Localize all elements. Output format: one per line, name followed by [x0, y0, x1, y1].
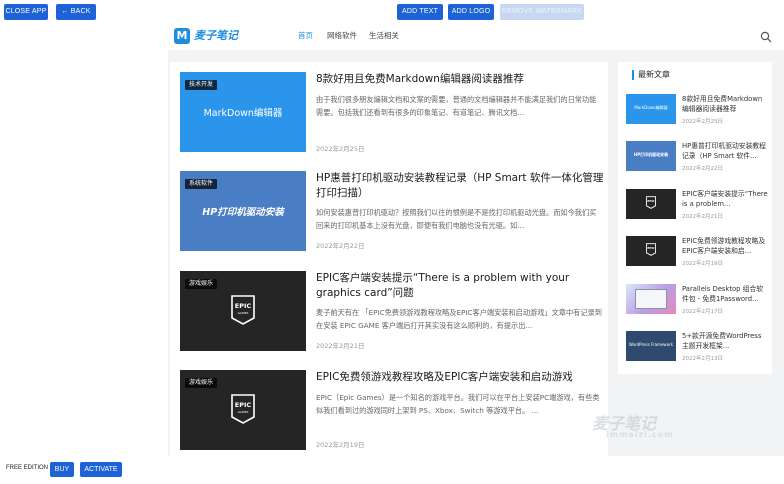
sidebar-article-date: 2022年2月25日: [682, 119, 723, 125]
sidebar-article-date: 2022年2月19日: [682, 261, 723, 267]
sidebar-thumbnail-caption: HP打印机驱动安装: [633, 152, 669, 157]
article-date: 2022年2月25日: [316, 145, 365, 153]
activate-button[interactable]: ACTIVATE: [80, 462, 122, 477]
site-logo-text[interactable]: 麦子笔记: [194, 28, 238, 44]
close-app-button[interactable]: CLOSE APP: [4, 4, 48, 20]
article-excerpt: 麦子前天有在 「EPIC免费领游戏教程攻略及EPIC客户端安装和启动游戏」文章中…: [316, 308, 602, 330]
back-label: BACK: [70, 8, 91, 15]
nav-life[interactable]: 生活相关: [369, 30, 399, 42]
back-button[interactable]: ← BACK: [56, 4, 96, 20]
sidebar-thumbnail[interactable]: EPIC: [626, 236, 676, 266]
left-panel: [0, 24, 168, 456]
nav-software[interactable]: 网络软件: [327, 30, 357, 42]
editor-toolbar: CLOSE APP ← BACK ADD TEXT ADD LOGO REMOV…: [0, 0, 784, 24]
bottom-bar: FREE EDITION BUY ACTIVATE: [0, 456, 784, 484]
category-tag[interactable]: 技术开发: [185, 80, 218, 90]
sidebar-article[interactable]: WordPress Framework 5+款开源免费WordPress主题开发…: [626, 331, 766, 367]
sidebar-article-title[interactable]: 8款好用且免费Markdown编辑器阅读器推荐: [682, 94, 768, 114]
article-thumbnail[interactable]: 技术开发 MarkDown编辑器: [180, 72, 306, 152]
search-icon[interactable]: [760, 31, 772, 43]
sidebar-article[interactable]: MarkDown编辑器 8款好用且免费Markdown编辑器阅读器推荐 2022…: [626, 94, 766, 130]
svg-text:GAMES: GAMES: [238, 311, 249, 315]
nav-home[interactable]: 首页: [298, 30, 313, 42]
latest-articles-sidebar: 最新文章 MarkDown编辑器 8款好用且免费Markdown编辑器阅读器推荐…: [618, 62, 772, 374]
article-excerpt: 如何安装惠普打印机驱动？按照我们以往的惯例是不是找打印机驱动光盘。而如今我们买回…: [316, 208, 597, 230]
sidebar-article-date: 2022年2月22日: [682, 166, 723, 172]
sidebar-article-title[interactable]: 5+款开源免费WordPress主题开发框架...: [682, 331, 768, 351]
laptop-screen-image: [635, 289, 667, 309]
thumbnail-caption: HP打印机驱动安装: [202, 207, 284, 218]
svg-text:EPIC: EPIC: [647, 199, 654, 203]
sidebar-article-date: 2022年2月21日: [682, 214, 723, 220]
svg-text:EPIC: EPIC: [647, 246, 654, 250]
logo-icon[interactable]: M: [174, 28, 190, 44]
article-title[interactable]: EPIC客户端安装提示“There is a problem with your…: [316, 271, 606, 301]
article-title[interactable]: 8款好用且免费Markdown编辑器阅读器推荐: [316, 72, 606, 87]
article-list: 技术开发 MarkDown编辑器 8款好用且免费Markdown编辑器阅读器推荐…: [170, 62, 608, 456]
sidebar-article[interactable]: HP打印机驱动安装 HP惠普打印机驱动安装教程记录（HP Smart 软件...…: [626, 141, 766, 177]
article-title[interactable]: HP惠普打印机驱动安装教程记录（HP Smart 软件一体化管理打印扫描）: [316, 171, 606, 201]
article-thumbnail[interactable]: 游戏娱乐 EPIC GAMES: [180, 271, 306, 351]
watermark-logo: 麦子笔记 immaizi.com: [592, 410, 712, 446]
article-item[interactable]: 系统软件 HP打印机驱动安装 HP惠普打印机驱动安装教程记录（HP Smart …: [180, 171, 603, 261]
category-tag[interactable]: 系统软件: [185, 179, 218, 189]
thumbnail-caption: MarkDown编辑器: [203, 108, 283, 119]
add-text-button[interactable]: ADD TEXT: [397, 4, 443, 20]
article-item[interactable]: 技术开发 MarkDown编辑器 8款好用且免费Markdown编辑器阅读器推荐…: [180, 72, 600, 162]
sidebar-article-title[interactable]: EPIC免费领游戏教程攻略及EPIC客户端安装和启...: [682, 236, 768, 256]
article-date: 2022年2月22日: [316, 242, 365, 250]
article-thumbnail[interactable]: 系统软件 HP打印机驱动安装: [180, 171, 306, 251]
sidebar-article-date: 2022年2月13日: [682, 356, 723, 362]
article-thumbnail[interactable]: 游戏娱乐 EPIC GAMES: [180, 370, 306, 450]
article-date: 2022年2月19日: [316, 441, 365, 449]
site-header: M 麦子笔记 首页 网络软件 生活相关: [168, 24, 784, 50]
edition-label: FREE EDITION: [6, 465, 49, 471]
sidebar-article[interactable]: EPIC EPIC免费领游戏教程攻略及EPIC客户端安装和启... 2022年2…: [626, 236, 766, 272]
article-excerpt: EPIC（Epic Games）是一个知名的游戏平台。我们可以在平台上安装PC端…: [316, 393, 600, 415]
sidebar-heading: 最新文章: [632, 70, 670, 80]
sidebar-thumbnail[interactable]: [626, 284, 676, 314]
sidebar-article-title[interactable]: Parallels Desktop 组合软件包 - 免费1Password...: [682, 284, 768, 304]
remove-watermark-button[interactable]: REMOVE WATERMARK: [500, 4, 584, 20]
article-excerpt: 由于我们很多朋友编辑文档和文案的需要，普通的文档编辑器并不能满足我们的日常功能需…: [316, 95, 597, 117]
category-tag[interactable]: 游戏娱乐: [185, 279, 218, 289]
article-date: 2022年2月21日: [316, 342, 365, 350]
add-logo-button[interactable]: ADD LOGO: [448, 4, 494, 20]
sidebar-article-title[interactable]: EPIC客户端安装提示“There is a problem...: [682, 189, 768, 209]
sidebar-thumbnail[interactable]: EPIC: [626, 189, 676, 219]
epic-games-logo-icon: EPIC: [646, 196, 656, 209]
svg-text:EPIC: EPIC: [235, 401, 252, 409]
sidebar-thumbnail-caption: MarkDown编辑器: [634, 105, 668, 110]
buy-button[interactable]: BUY: [50, 462, 74, 477]
sidebar-thumbnail[interactable]: WordPress Framework: [626, 331, 676, 361]
sidebar-article-date: 2022年2月17日: [682, 309, 723, 315]
arrow-left-icon: ←: [61, 8, 69, 15]
sidebar-article[interactable]: EPIC EPIC客户端安装提示“There is a problem... 2…: [626, 189, 768, 225]
sidebar-article-title[interactable]: HP惠普打印机驱动安装教程记录（HP Smart 软件...: [682, 141, 768, 161]
sidebar-thumbnail[interactable]: MarkDown编辑器: [626, 94, 676, 124]
article-title[interactable]: EPIC免费领游戏教程攻略及EPIC客户端安装和启动游戏: [316, 370, 606, 385]
epic-games-logo-icon: EPIC: [646, 243, 656, 256]
watermark-domain: immaizi.com: [606, 430, 674, 439]
category-tag[interactable]: 游戏娱乐: [185, 378, 218, 388]
svg-text:GAMES: GAMES: [238, 410, 249, 414]
sidebar-article[interactable]: Parallels Desktop 组合软件包 - 免费1Password...…: [626, 284, 766, 320]
article-item[interactable]: 游戏娱乐 EPIC GAMES EPIC免费领游戏教程攻略及EPIC客户端安装和…: [180, 370, 600, 460]
epic-games-logo-icon: EPIC GAMES: [231, 394, 255, 424]
svg-text:EPIC: EPIC: [235, 302, 252, 310]
epic-games-logo-icon: EPIC GAMES: [231, 295, 255, 325]
sidebar-thumbnail[interactable]: HP打印机驱动安装: [626, 141, 676, 171]
sidebar-thumbnail-caption: WordPress Framework: [628, 342, 674, 347]
article-item[interactable]: 游戏娱乐 EPIC GAMES EPIC客户端安装提示“There is a p…: [180, 271, 602, 361]
